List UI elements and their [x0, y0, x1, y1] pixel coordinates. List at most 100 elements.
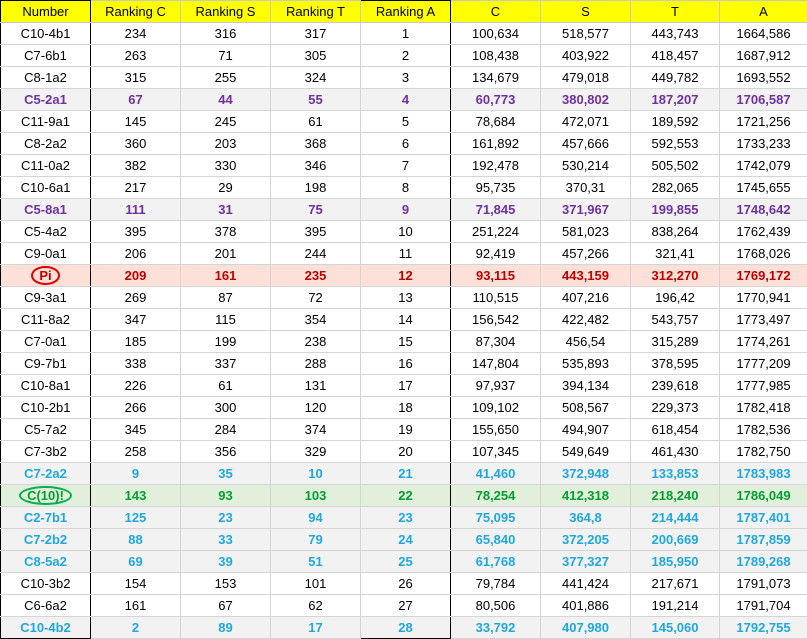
- cell-ranking-a[interactable]: 28: [361, 617, 451, 639]
- cell-ranking-t[interactable]: 17: [271, 617, 361, 639]
- cell-ranking-t[interactable]: 324: [271, 67, 361, 89]
- cell-ranking-t[interactable]: 329: [271, 441, 361, 463]
- cell-ranking-s[interactable]: 29: [181, 177, 271, 199]
- cell-ranking-s[interactable]: 23: [181, 507, 271, 529]
- cell-a[interactable]: 1745,655: [720, 177, 807, 199]
- cell-ranking-c[interactable]: 338: [91, 353, 181, 375]
- cell-number[interactable]: C7-2a2: [1, 463, 91, 485]
- cell-ranking-t[interactable]: 244: [271, 243, 361, 265]
- header-c[interactable]: C: [451, 1, 541, 23]
- cell-ranking-a[interactable]: 25: [361, 551, 451, 573]
- cell-ranking-s[interactable]: 33: [181, 529, 271, 551]
- cell-ranking-a[interactable]: 1: [361, 23, 451, 45]
- cell-s[interactable]: 508,567: [541, 397, 631, 419]
- cell-a[interactable]: 1782,418: [720, 397, 807, 419]
- cell-c[interactable]: 33,792: [451, 617, 541, 639]
- cell-t[interactable]: 443,743: [631, 23, 720, 45]
- cell-ranking-t[interactable]: 72: [271, 287, 361, 309]
- cell-ranking-s[interactable]: 115: [181, 309, 271, 331]
- cell-t[interactable]: 189,592: [631, 111, 720, 133]
- cell-ranking-c[interactable]: 209: [91, 265, 181, 287]
- cell-t[interactable]: 315,289: [631, 331, 720, 353]
- cell-ranking-a[interactable]: 3: [361, 67, 451, 89]
- cell-ranking-a[interactable]: 11: [361, 243, 451, 265]
- cell-number[interactable]: C6-6a2: [1, 595, 91, 617]
- cell-t[interactable]: 418,457: [631, 45, 720, 67]
- cell-c[interactable]: 192,478: [451, 155, 541, 177]
- cell-ranking-c[interactable]: 347: [91, 309, 181, 331]
- cell-number[interactable]: C5-8a1: [1, 199, 91, 221]
- cell-ranking-t[interactable]: 368: [271, 133, 361, 155]
- cell-number[interactable]: C7-2b2: [1, 529, 91, 551]
- cell-s[interactable]: 472,071: [541, 111, 631, 133]
- cell-ranking-c[interactable]: 226: [91, 375, 181, 397]
- cell-s[interactable]: 380,802: [541, 89, 631, 111]
- cell-t[interactable]: 618,454: [631, 419, 720, 441]
- cell-s[interactable]: 535,893: [541, 353, 631, 375]
- cell-c[interactable]: 156,542: [451, 309, 541, 331]
- cell-ranking-c[interactable]: 395: [91, 221, 181, 243]
- cell-s[interactable]: 377,327: [541, 551, 631, 573]
- cell-s[interactable]: 371,967: [541, 199, 631, 221]
- cell-t[interactable]: 217,671: [631, 573, 720, 595]
- cell-s[interactable]: 401,886: [541, 595, 631, 617]
- cell-number[interactable]: C7-3b2: [1, 441, 91, 463]
- cell-c[interactable]: 107,345: [451, 441, 541, 463]
- cell-number[interactable]: C10-4b1: [1, 23, 91, 45]
- cell-number[interactable]: C10-6a1: [1, 177, 91, 199]
- cell-ranking-t[interactable]: 131: [271, 375, 361, 397]
- cell-ranking-c[interactable]: 266: [91, 397, 181, 419]
- cell-ranking-t[interactable]: 62: [271, 595, 361, 617]
- cell-ranking-t[interactable]: 79: [271, 529, 361, 551]
- cell-ranking-t[interactable]: 120: [271, 397, 361, 419]
- cell-a[interactable]: 1687,912: [720, 45, 807, 67]
- cell-ranking-t[interactable]: 51: [271, 551, 361, 573]
- cell-ranking-t[interactable]: 10: [271, 463, 361, 485]
- cell-ranking-a[interactable]: 4: [361, 89, 451, 111]
- cell-c[interactable]: 110,515: [451, 287, 541, 309]
- cell-ranking-s[interactable]: 284: [181, 419, 271, 441]
- cell-s[interactable]: 407,216: [541, 287, 631, 309]
- cell-ranking-s[interactable]: 378: [181, 221, 271, 243]
- cell-c[interactable]: 80,506: [451, 595, 541, 617]
- cell-t[interactable]: 196,42: [631, 287, 720, 309]
- cell-ranking-c[interactable]: 161: [91, 595, 181, 617]
- cell-ranking-a[interactable]: 15: [361, 331, 451, 353]
- header-ranking-s[interactable]: Ranking S: [181, 1, 271, 23]
- cell-number[interactable]: C5-4a2: [1, 221, 91, 243]
- cell-number[interactable]: C10-3b2: [1, 573, 91, 595]
- cell-ranking-c[interactable]: 2: [91, 617, 181, 639]
- cell-ranking-c[interactable]: 69: [91, 551, 181, 573]
- cell-c[interactable]: 93,115: [451, 265, 541, 287]
- header-t[interactable]: T: [631, 1, 720, 23]
- cell-c[interactable]: 60,773: [451, 89, 541, 111]
- cell-t[interactable]: 218,240: [631, 485, 720, 507]
- cell-s[interactable]: 457,266: [541, 243, 631, 265]
- cell-ranking-a[interactable]: 8: [361, 177, 451, 199]
- cell-number[interactable]: C8-2a2: [1, 133, 91, 155]
- cell-ranking-a[interactable]: 16: [361, 353, 451, 375]
- cell-ranking-s[interactable]: 61: [181, 375, 271, 397]
- cell-number[interactable]: C10-4b2: [1, 617, 91, 639]
- cell-c[interactable]: 134,679: [451, 67, 541, 89]
- cell-number[interactable]: C5-7a2: [1, 419, 91, 441]
- cell-ranking-a[interactable]: 22: [361, 485, 451, 507]
- cell-a[interactable]: 1782,750: [720, 441, 807, 463]
- cell-t[interactable]: 505,502: [631, 155, 720, 177]
- cell-ranking-c[interactable]: 234: [91, 23, 181, 45]
- cell-s[interactable]: 530,214: [541, 155, 631, 177]
- cell-ranking-c[interactable]: 206: [91, 243, 181, 265]
- cell-ranking-c[interactable]: 382: [91, 155, 181, 177]
- cell-ranking-t[interactable]: 305: [271, 45, 361, 67]
- cell-s[interactable]: 479,018: [541, 67, 631, 89]
- cell-ranking-s[interactable]: 89: [181, 617, 271, 639]
- cell-number[interactable]: C10-2b1: [1, 397, 91, 419]
- cell-ranking-c[interactable]: 258: [91, 441, 181, 463]
- cell-c[interactable]: 97,937: [451, 375, 541, 397]
- cell-ranking-t[interactable]: 55: [271, 89, 361, 111]
- cell-s[interactable]: 372,948: [541, 463, 631, 485]
- cell-number[interactable]: C8-1a2: [1, 67, 91, 89]
- cell-a[interactable]: 1787,401: [720, 507, 807, 529]
- cell-c[interactable]: 92,419: [451, 243, 541, 265]
- cell-s[interactable]: 372,205: [541, 529, 631, 551]
